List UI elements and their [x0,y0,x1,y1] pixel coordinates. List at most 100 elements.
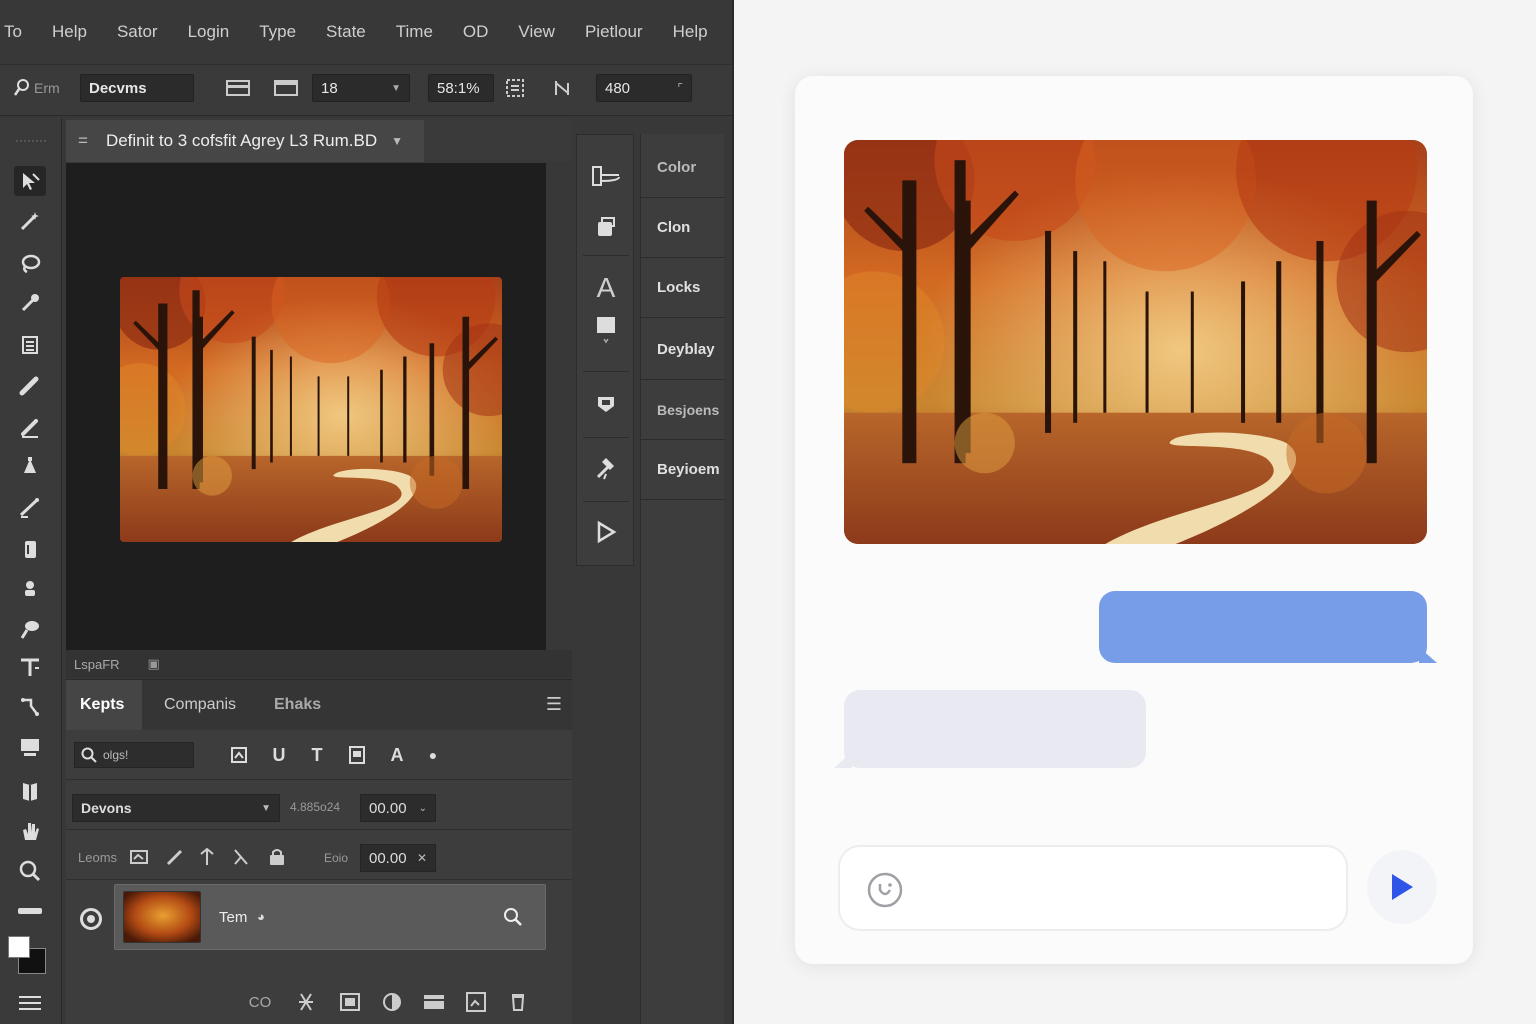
menu-view[interactable]: View [518,22,555,42]
properties-icon[interactable] [591,161,621,191]
menu-state[interactable]: State [326,22,366,42]
panel-locks[interactable]: Locks [641,258,725,318]
document-tab[interactable]: = Definit to 3 cofsfit Agrey L3 Rum.BD ▼ [66,120,424,162]
layer-visibility-toggle[interactable] [80,908,102,930]
delete-icon[interactable] [506,990,530,1014]
zoom-tool-icon[interactable] [14,856,46,886]
screen-mode-tool-icon[interactable] [14,732,46,762]
crop-tool-icon[interactable] [14,330,46,360]
brush-tool-icon[interactable] [14,370,46,400]
filter-adjust-icon[interactable]: U [268,744,290,766]
align-center-icon[interactable] [274,77,298,99]
layer-filter-input[interactable]: olgs! [74,742,194,768]
layer-lock-icon: ◕ [257,909,265,924]
type-tool-icon[interactable] [14,652,46,682]
align-left-icon[interactable] [226,77,250,99]
send-button[interactable] [1367,850,1437,924]
lock-all-icon[interactable] [266,846,288,868]
value-field[interactable]: 480 ⌜ [596,74,692,102]
fx-icon[interactable] [294,990,318,1014]
search-icon[interactable] [503,907,523,932]
shared-photo[interactable] [844,140,1427,544]
new-layer-icon[interactable] [464,990,488,1014]
tab-kepts[interactable]: Kepts [66,680,142,730]
send-icon [1392,874,1413,900]
move-tool-icon[interactable] [14,166,46,196]
eyedropper-tool-icon[interactable] [14,288,46,318]
pencil-tool-icon[interactable] [14,412,46,442]
bucket-tool-icon[interactable] [14,452,46,482]
lock-artboard-icon[interactable] [230,846,252,868]
panel-color[interactable]: Color [641,138,725,198]
panel-beyioem[interactable]: Beyioem [641,440,725,500]
panel-list: Color Clon Locks Deyblay Besjoens Beyioe… [640,134,725,1024]
chevron-down-icon[interactable]: ▼ [391,134,403,148]
panel-clon[interactable]: Clon [641,198,725,258]
menu-od[interactable]: OD [463,22,489,42]
hand-tool-icon[interactable] [14,816,46,846]
lock-move-icon[interactable] [196,846,218,868]
menu-help[interactable]: Help [52,22,87,42]
canvas-photo [120,277,502,542]
layer-filter-placeholder: olgs! [103,748,129,762]
emoji-icon[interactable] [866,871,904,909]
filter-smart-icon[interactable]: A [386,744,408,766]
panel-deyblay[interactable]: Deyblay [641,320,725,380]
status-icon[interactable]: ▣ [148,656,160,672]
grid-icon[interactable] [503,77,527,99]
list-icon[interactable] [14,988,46,1018]
styles-icon[interactable] [591,389,621,419]
filter-shape-icon[interactable] [346,744,368,766]
opacity-field[interactable]: 00.00 ⌄ [360,794,436,822]
message-input[interactable] [920,867,1330,911]
fill-field[interactable]: 00.00 ✕ [360,844,436,872]
play-icon[interactable] [591,517,621,547]
tab-companis[interactable]: Companis [150,680,250,730]
eraser-tool-icon[interactable] [14,534,46,564]
lasso-tool-icon[interactable] [14,248,46,278]
menu-sator[interactable]: Sator [117,22,158,42]
filter-pixel-icon[interactable] [228,744,250,766]
filter-type-icon[interactable]: T [306,744,328,766]
blend-row: Devons ▼ 4.885o24 00.00 ⌄ [66,782,572,830]
document-canvas[interactable] [66,163,546,650]
blend-mode-select[interactable]: Devons ▼ [72,794,280,822]
tab-ehaks[interactable]: Ehaks [260,680,335,730]
tool-presets-icon[interactable] [591,453,621,483]
menu-login[interactable]: Login [188,22,230,42]
layer-row[interactable]: Tem ◕ [114,884,546,950]
paragraph-icon[interactable] [591,315,621,345]
smudge-tool-icon[interactable] [14,614,46,644]
group-icon[interactable] [422,990,446,1014]
adjustment-icon[interactable] [380,990,404,1014]
ruler-tool-icon[interactable] [14,896,46,926]
menu-type[interactable]: Type [259,22,296,42]
panel-besjoens[interactable]: Besjoens [641,380,725,440]
zoom-field[interactable]: 58:1% [428,74,494,102]
layers-tab-bar: Kepts Companis Ehaks ☰ [66,680,572,730]
tool-hint[interactable]: Erm [14,74,60,102]
magic-wand-tool-icon[interactable] [14,206,46,236]
preset-select[interactable]: Decvms [80,74,194,102]
book-tool-icon[interactable] [14,776,46,806]
menu-time[interactable]: Time [396,22,433,42]
menu-pietlour[interactable]: Pietlour [585,22,643,42]
stamp-tool-icon[interactable] [14,574,46,604]
link-icon[interactable]: CO [248,990,272,1014]
foreground-color-swatch[interactable] [8,936,30,958]
mask-icon[interactable] [338,990,362,1014]
path-tool-icon[interactable] [14,692,46,722]
lock-pixels-icon[interactable] [128,846,150,868]
menu-help-2[interactable]: Help [673,22,708,42]
clone-source-icon[interactable] [591,213,621,243]
character-icon[interactable]: A [591,272,621,303]
panel-menu-icon[interactable]: ☰ [546,694,562,715]
warp-icon[interactable] [550,77,574,99]
filter-toggle-icon[interactable]: ● [422,744,444,766]
font-size-select[interactable]: 18 ▼ [312,74,410,102]
toolbar-grip[interactable] [16,140,46,146]
lock-brush-icon[interactable] [164,846,186,868]
menu-to[interactable]: To [4,22,22,42]
healing-tool-icon[interactable] [14,492,46,522]
layer-thumbnail [123,891,201,943]
